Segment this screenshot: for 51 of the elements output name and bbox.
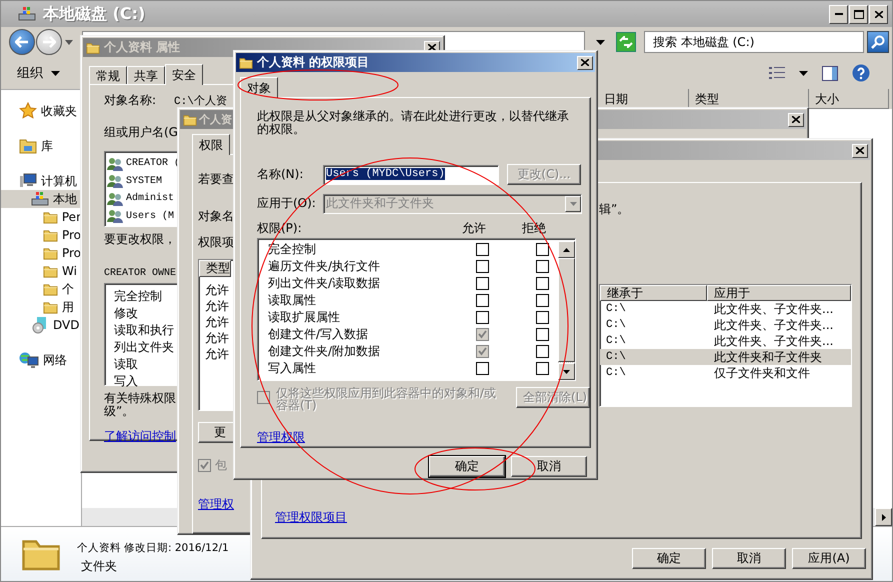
- table-cell-text: C:\: [605, 351, 627, 363]
- object-name-label: 对象名称:: [104, 92, 156, 108]
- checkbox-label: 仅将这些权限应用到此容器中的对象和/或容器(T): [276, 387, 498, 411]
- group-label: 组或用户名(G: [104, 124, 178, 141]
- table-cell-text: C:\: [605, 335, 627, 347]
- table-cell-text: 此文件夹、子文件夹...: [713, 316, 834, 334]
- name-label: 名称(N):: [257, 166, 304, 183]
- entries-label: 权限项: [198, 234, 234, 251]
- permission-name: 读取扩展属性: [268, 309, 341, 326]
- instruction-text: 此权限是从父对象继承的。请在此处进行更改，以替代继承的权限。: [257, 110, 570, 136]
- permission-name: 完全控制: [114, 288, 162, 305]
- file-name: 个人资料: [77, 541, 121, 555]
- permission-name: 读取和执行: [114, 322, 174, 339]
- checkbox-label: 包: [215, 457, 227, 474]
- permission-name: 遍历文件夹/执行文件: [268, 258, 382, 275]
- special-permissions-note: 有关特殊权限 级”。: [104, 392, 176, 418]
- file-type: 文件夹: [81, 558, 118, 575]
- table-cell-text: C:\: [605, 367, 627, 379]
- permission-name: 读取: [114, 356, 138, 373]
- table-cell-text: 允许: [204, 298, 229, 314]
- column-header: 允许: [462, 220, 487, 236]
- change-hint: 要更改权限，: [104, 231, 176, 248]
- permission-name: 写入: [114, 373, 138, 390]
- permission-name: 写入属性: [268, 360, 317, 377]
- table-cell-text: 允许: [204, 314, 229, 330]
- window-title: 个人资料 属性: [104, 39, 180, 56]
- window-title: 个人资: [199, 112, 232, 127]
- table-cell-text: 此文件夹、子文件夹...: [713, 300, 834, 318]
- window-title: 本地磁盘 (C:): [43, 4, 146, 24]
- table-cell-text: 允许: [204, 346, 229, 362]
- table-cell-text: C:\: [605, 319, 627, 331]
- modified-date: 修改日期: 2016/12/1: [124, 541, 229, 555]
- window-title: 个人资料 的权限项目: [257, 54, 370, 71]
- permission-name: 创建文件夹/附加数据: [268, 343, 382, 360]
- instruction-text: 若要查: [198, 171, 234, 188]
- table-cell-text: C:\: [605, 303, 627, 315]
- table-cell-text: 此文件夹和子文件夹: [713, 348, 822, 366]
- permission-name: 读取属性: [268, 292, 317, 309]
- object-name-value: C:\个人资: [174, 94, 227, 108]
- table-cell-text: 允许: [204, 282, 229, 298]
- instruction-text: 辑”。: [599, 201, 630, 218]
- permission-name: 列出文件夹: [114, 339, 174, 356]
- permission-name: 创建文件/写入数据: [268, 326, 370, 343]
- permission-name: 列出文件夹/读取数据: [268, 275, 382, 292]
- permission-name: 修改: [114, 305, 138, 322]
- table-cell-text: 允许: [204, 330, 229, 346]
- table-cell-text: 此文件夹、子文件夹...: [713, 332, 834, 350]
- table-cell-text: 仅子文件夹和文件: [713, 364, 810, 382]
- permissions-label: 权限(P):: [257, 220, 303, 236]
- object-name-label: 对象名: [198, 208, 234, 225]
- permissions-header: CREATOR OWNE: [104, 268, 176, 279]
